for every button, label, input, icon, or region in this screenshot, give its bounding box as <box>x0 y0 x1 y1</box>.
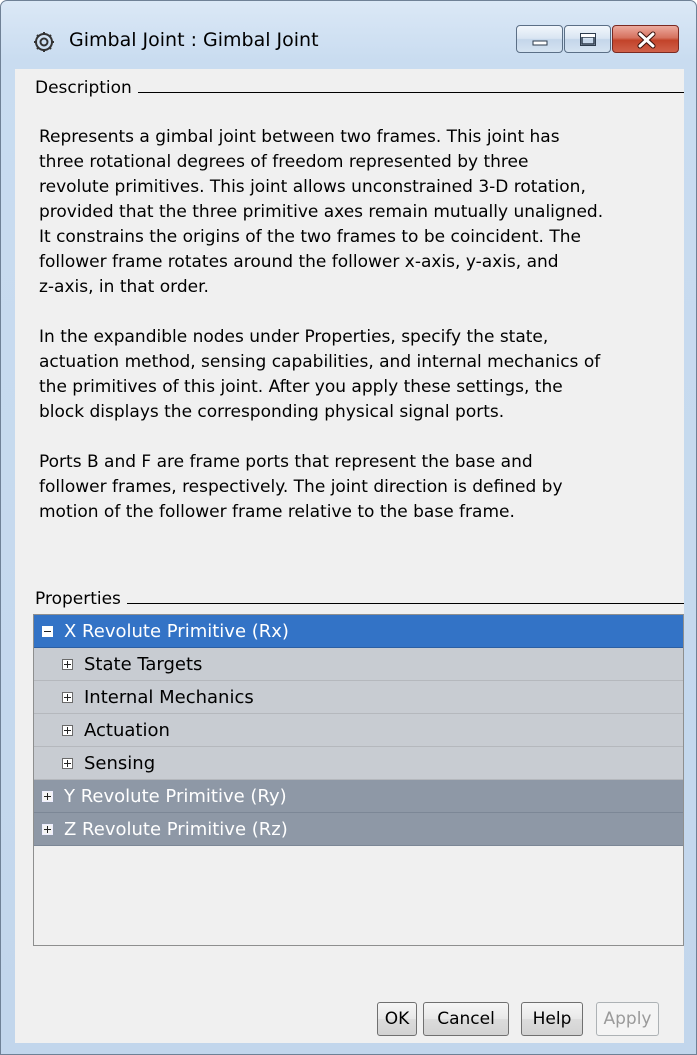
properties-heading: Properties <box>35 589 127 609</box>
maximize-icon <box>580 33 596 46</box>
description-paragraph: Represents a gimbal joint between two fr… <box>39 127 604 297</box>
help-button[interactable]: Help <box>521 1002 583 1036</box>
properties-tree[interactable]: X Revolute Primitive (Rx) State Targets … <box>33 614 684 946</box>
tree-node-label: Actuation <box>84 720 170 741</box>
close-icon <box>637 31 656 49</box>
tree-node-z-revolute[interactable]: Z Revolute Primitive (Rz) <box>34 813 683 846</box>
tree-node-actuation[interactable]: Actuation <box>34 714 683 747</box>
tree-node-label: Z Revolute Primitive (Rz) <box>64 819 288 840</box>
tree-node-state-targets[interactable]: State Targets <box>34 648 683 681</box>
title-bar[interactable]: Gimbal Joint : Gimbal Joint <box>1 1 696 69</box>
tree-node-internal-mechanics[interactable]: Internal Mechanics <box>34 681 683 714</box>
tree-node-label: Y Revolute Primitive (Ry) <box>64 786 287 807</box>
properties-divider <box>35 603 684 604</box>
expand-icon[interactable] <box>42 791 53 802</box>
expand-icon[interactable] <box>62 725 73 736</box>
expand-icon[interactable] <box>62 659 73 670</box>
ok-button[interactable]: OK <box>377 1002 417 1036</box>
tree-node-label: Internal Mechanics <box>84 687 254 708</box>
gear-block-icon <box>34 32 54 52</box>
tree-node-y-revolute[interactable]: Y Revolute Primitive (Ry) <box>34 780 683 813</box>
expand-icon[interactable] <box>62 692 73 703</box>
description-heading: Description <box>35 78 138 98</box>
tree-node-label: State Targets <box>84 654 203 675</box>
dialog-client-area: Description Represents a gimbal joint be… <box>15 69 684 1043</box>
close-button[interactable] <box>612 25 679 53</box>
description-paragraph: In the expandible nodes under Properties… <box>39 327 601 422</box>
collapse-icon[interactable] <box>42 626 53 637</box>
minimize-button[interactable] <box>516 25 563 53</box>
window-title: Gimbal Joint : Gimbal Joint <box>69 29 319 51</box>
expand-icon[interactable] <box>42 824 53 835</box>
expand-icon[interactable] <box>62 758 73 769</box>
apply-button[interactable]: Apply <box>596 1002 659 1036</box>
minimize-icon <box>532 40 548 46</box>
cancel-button[interactable]: Cancel <box>423 1002 509 1036</box>
dialog-window: Gimbal Joint : Gimbal Joint Description <box>0 0 697 1055</box>
tree-node-label: X Revolute Primitive (Rx) <box>64 621 289 642</box>
tree-node-label: Sensing <box>84 753 156 774</box>
maximize-button[interactable] <box>564 25 611 53</box>
description-paragraph: Ports B and F are frame ports that repre… <box>39 452 563 522</box>
tree-node-sensing[interactable]: Sensing <box>34 747 683 780</box>
description-text: Represents a gimbal joint between two fr… <box>39 125 679 550</box>
tree-node-x-revolute[interactable]: X Revolute Primitive (Rx) <box>34 615 683 648</box>
